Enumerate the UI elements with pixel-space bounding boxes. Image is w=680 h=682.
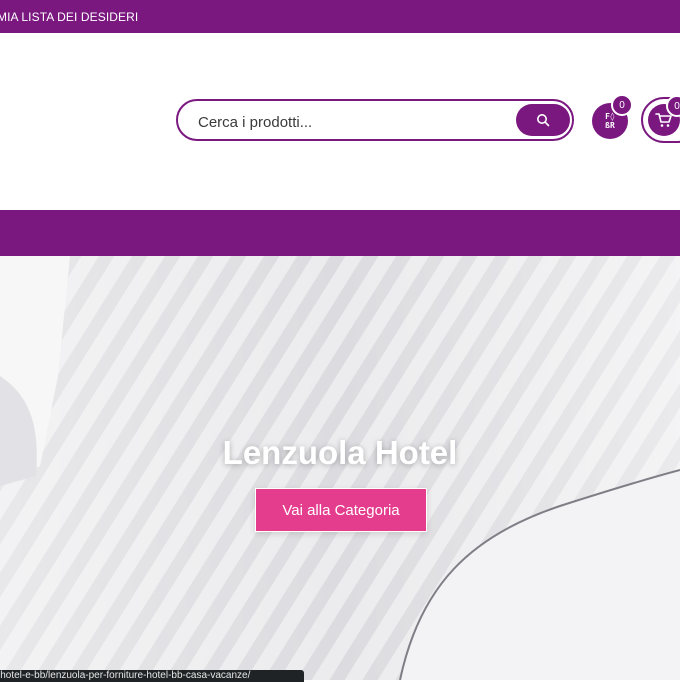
hero-banner: Lenzuola Hotel Vai alla Categoria [0,256,680,680]
compare-icon: F◊ ßR [605,112,615,130]
hero-title: Lenzuola Hotel [222,434,458,471]
search-form [176,99,574,141]
wishlist-link[interactable]: MIA LISTA DEI DESIDERI [0,10,138,24]
top-bar: MIA LISTA DEI DESIDERI [0,0,680,33]
search-input[interactable] [196,110,500,134]
site-header: F◊ßR 0 0 [0,33,680,210]
search-button[interactable] [516,104,570,136]
link-status-bar: re-hotel-e-bb/lenzuola-per-forniture-hot… [0,670,304,682]
search-icon [537,114,550,127]
main-navigation [0,210,680,256]
compare-count-badge: 0 [611,94,633,116]
status-url: re-hotel-e-bb/lenzuola-per-forniture-hot… [0,670,251,681]
category-button[interactable]: Vai alla Categoria [255,488,427,532]
